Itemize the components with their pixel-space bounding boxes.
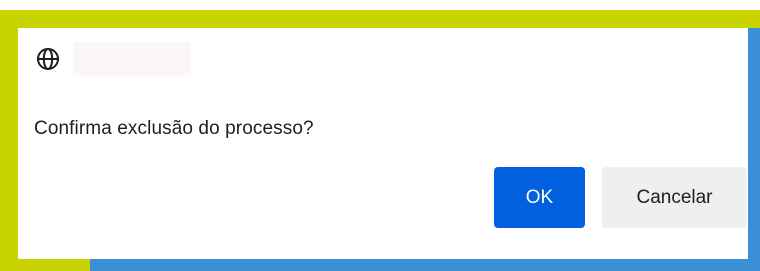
- dialog-origin: [73, 42, 191, 76]
- globe-icon: [35, 46, 61, 72]
- frame-border-bottom: [90, 259, 760, 271]
- frame-border-top: [0, 10, 760, 28]
- confirm-dialog: Confirma exclusão do processo? OK Cancel…: [18, 28, 748, 259]
- frame-border-right: [748, 28, 760, 271]
- ok-button[interactable]: OK: [494, 167, 585, 228]
- frame-border-left: [0, 10, 18, 271]
- dialog-header: [35, 42, 191, 76]
- cancel-button[interactable]: Cancelar: [602, 167, 747, 228]
- dialog-message: Confirma exclusão do processo?: [34, 118, 314, 139]
- screen-frame: Confirma exclusão do processo? OK Cancel…: [0, 0, 760, 271]
- frame-border-bottom-left: [0, 259, 90, 271]
